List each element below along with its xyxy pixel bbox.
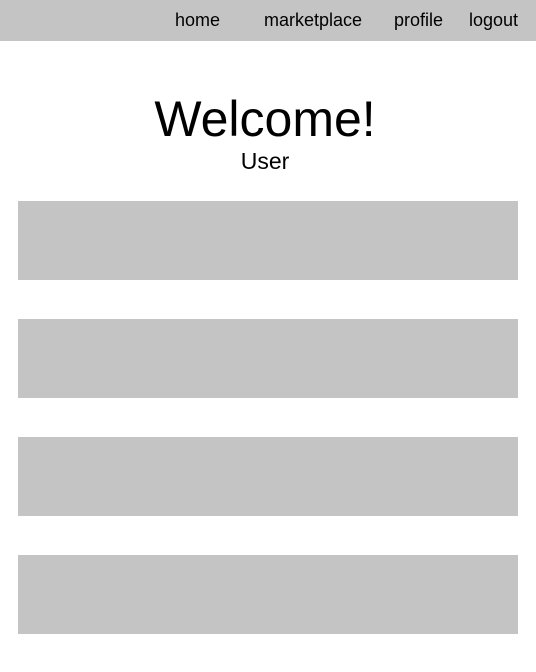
nav-link-home[interactable]: home bbox=[175, 0, 220, 41]
content-card[interactable] bbox=[18, 437, 518, 516]
content-card[interactable] bbox=[18, 319, 518, 398]
welcome-username: User bbox=[240, 148, 290, 174]
nav-link-marketplace[interactable]: marketplace bbox=[264, 0, 362, 41]
content-card[interactable] bbox=[18, 201, 518, 280]
content-card[interactable] bbox=[18, 555, 518, 634]
welcome-heading: Welcome! bbox=[154, 91, 376, 147]
nav-link-profile[interactable]: profile bbox=[394, 0, 443, 41]
nav-link-logout[interactable]: logout bbox=[469, 0, 518, 41]
top-navbar: home marketplace profile logout bbox=[0, 0, 536, 41]
